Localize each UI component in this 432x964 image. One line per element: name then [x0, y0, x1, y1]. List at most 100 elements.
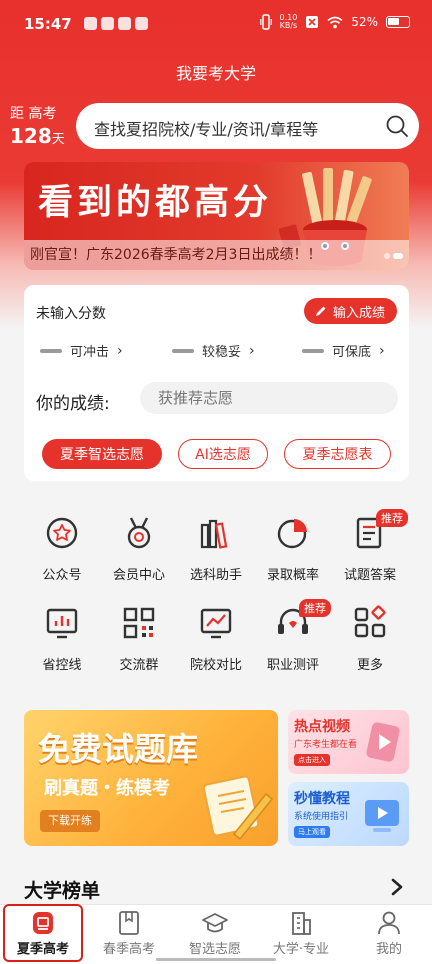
question-bank-promo[interactable]: 免费试题库 刷真题・练模考 下载开练 — [24, 710, 278, 846]
recommend-badge: 推荐 — [299, 599, 331, 617]
banner-headline: 看到的都高分 — [38, 182, 273, 223]
more-grid-icon — [354, 605, 386, 638]
app-title: 我要考大学 — [175, 64, 256, 83]
quick-link-provincial-line[interactable]: 省控线 — [22, 605, 102, 673]
banner-caption: 刚官宣！广东2026春季高考2月3日出成绩！！ — [30, 247, 322, 263]
quick-link-more[interactable]: 更多 — [330, 605, 410, 673]
graduation-cap-tab-icon — [202, 913, 228, 933]
promo-subtitle: 刷真题・练模考 — [44, 778, 170, 799]
banner-pager — [384, 253, 403, 259]
tab-label: 我的 — [375, 942, 402, 957]
tab-label: 智选志愿 — [188, 942, 241, 957]
pager-dot — [384, 253, 390, 259]
tab-label: 夏季高考 — [16, 942, 69, 957]
search-placeholder: 查找夏招院校/专业/资讯/章程等 — [94, 120, 319, 139]
wifi-icon — [327, 16, 343, 28]
enter-score-label: 输入成绩 — [332, 305, 385, 321]
tab-label: 大学·专业 — [272, 942, 330, 957]
tier-reach[interactable]: 可冲击 › — [40, 341, 123, 360]
quick-link-subject-helper[interactable]: 选科助手 — [176, 515, 256, 583]
countdown-label: 距 高考 — [10, 106, 57, 122]
bar-monitor-icon — [46, 608, 78, 639]
summer-form-button[interactable]: 夏季志愿表 — [284, 439, 391, 469]
tab-university-major[interactable]: 大学·专业 — [258, 905, 344, 963]
book-tab-icon — [119, 911, 139, 935]
tutorial-promo[interactable]: 秒懂教程 系统使用指引 马上观看 — [288, 782, 409, 846]
score-card: 未输入分数 输入成绩 可冲击 › 较稳妥 › 可保底 › 你的成绩: 夏季智选志… — [24, 285, 409, 481]
official-account-icon — [46, 517, 78, 549]
tier-safety[interactable]: 可保底 › — [302, 341, 385, 360]
notebook-pencil-illustration — [202, 775, 274, 841]
rankings-title: 大学榜单 — [24, 880, 101, 902]
tab-smart-choice[interactable]: 智选志愿 — [172, 905, 258, 963]
status-indicators: 0.10 KB/s 52% — [259, 14, 410, 30]
tab-spring-exam[interactable]: 春季高考 — [86, 905, 172, 963]
notification-app-icon — [101, 17, 114, 30]
network-speed-unit: KB/s — [279, 21, 298, 30]
quick-link-label: 公众号 — [42, 568, 82, 583]
quick-link-admission-probability[interactable]: 录取概率 — [253, 515, 333, 583]
tier-match[interactable]: 较稳妥 › — [172, 341, 255, 360]
status-bar: 15:47 0.10 KB/s 52% — [0, 0, 432, 52]
recommend-badge: 推荐 — [376, 509, 408, 527]
battery-percent: 52% — [351, 15, 378, 29]
tab-summer-exam[interactable]: 夏季高考 — [0, 905, 86, 963]
line-monitor-icon — [200, 608, 232, 639]
tab-my-profile[interactable]: 我的 — [346, 905, 432, 963]
sim-icon — [306, 16, 319, 28]
promo-side-button[interactable]: 马上观看 — [294, 826, 330, 838]
ai-choice-button[interactable]: AI选志愿 — [178, 439, 268, 469]
status-time: 15:47 — [24, 15, 72, 33]
promo-side-button[interactable]: 点击进入 — [294, 754, 330, 766]
video-play-illustration — [366, 722, 400, 762]
quick-link-label: 交流群 — [119, 658, 159, 673]
promo-title: 免费试题库 — [38, 730, 199, 768]
download-practice-button[interactable]: 下载开练 — [40, 810, 100, 832]
quick-link-label: 职业测评 — [266, 658, 319, 673]
search-bar[interactable]: 查找夏招院校/专业/资讯/章程等 — [76, 103, 419, 149]
quick-link-label: 选科助手 — [189, 568, 242, 583]
tier-label: 较稳妥 — [202, 345, 242, 360]
qr-code-icon — [123, 607, 155, 639]
quick-link-label: 院校对比 — [189, 658, 242, 673]
summer-exam-tab-icon — [33, 912, 53, 934]
promo-side-subtitle: 广东考生都在看 — [294, 740, 358, 750]
user-tab-icon — [378, 911, 400, 935]
chevron-right-icon — [391, 878, 403, 896]
tier-label: 可保底 — [332, 345, 372, 360]
score-input[interactable] — [140, 382, 398, 414]
hot-video-promo[interactable]: 热点视频 广东考生都在看 点击进入 — [288, 710, 409, 774]
quick-link-member-center[interactable]: 会员中心 — [99, 515, 179, 583]
quick-link-official-account[interactable]: 公众号 — [22, 515, 102, 583]
battery-icon — [386, 16, 410, 28]
pie-chart-icon — [277, 519, 307, 549]
quick-link-label: 更多 — [356, 658, 383, 673]
chevron-right-icon: › — [249, 342, 255, 359]
tier-row: 可冲击 › 较稳妥 › 可保底 › — [24, 341, 409, 361]
quick-link-career-test[interactable]: 推荐 职业测评 — [253, 599, 333, 673]
quick-link-discussion-group[interactable]: 交流群 — [99, 605, 179, 673]
promo-side-subtitle: 系统使用指引 — [294, 812, 349, 822]
enter-score-button[interactable]: 输入成绩 — [303, 298, 397, 324]
notification-app-icon — [84, 17, 97, 30]
quick-link-college-compare[interactable]: 院校对比 — [176, 605, 256, 673]
pager-dot-active — [393, 253, 403, 259]
score-status: 未输入分数 — [36, 306, 106, 322]
promo-side-title: 热点视频 — [294, 719, 350, 735]
your-score-label: 你的成绩: — [36, 394, 110, 414]
member-medal-icon — [127, 517, 151, 549]
notification-app-icon — [135, 17, 148, 30]
smart-choice-button[interactable]: 夏季智选志愿 — [42, 439, 162, 469]
tab-label: 春季高考 — [102, 942, 155, 957]
vibrate-icon — [259, 14, 272, 30]
notification-icons — [84, 17, 148, 30]
search-icon[interactable] — [385, 114, 409, 138]
promo-banner[interactable]: 看到的都高分 刚官宣！广东2026春季高考2月3日出成绩！！ — [24, 162, 409, 270]
rankings-more-icon[interactable] — [390, 877, 404, 902]
pencil-icon — [315, 306, 326, 316]
quick-link-label: 试题答案 — [343, 568, 396, 583]
quick-link-label: 会员中心 — [112, 568, 165, 583]
exam-countdown: 距 高考 128天 — [10, 106, 66, 148]
quick-link-exam-answers[interactable]: 推荐 试题答案 — [330, 509, 410, 583]
banner-caption-bar: 刚官宣！广东2026春季高考2月3日出成绩！！ — [24, 240, 409, 270]
